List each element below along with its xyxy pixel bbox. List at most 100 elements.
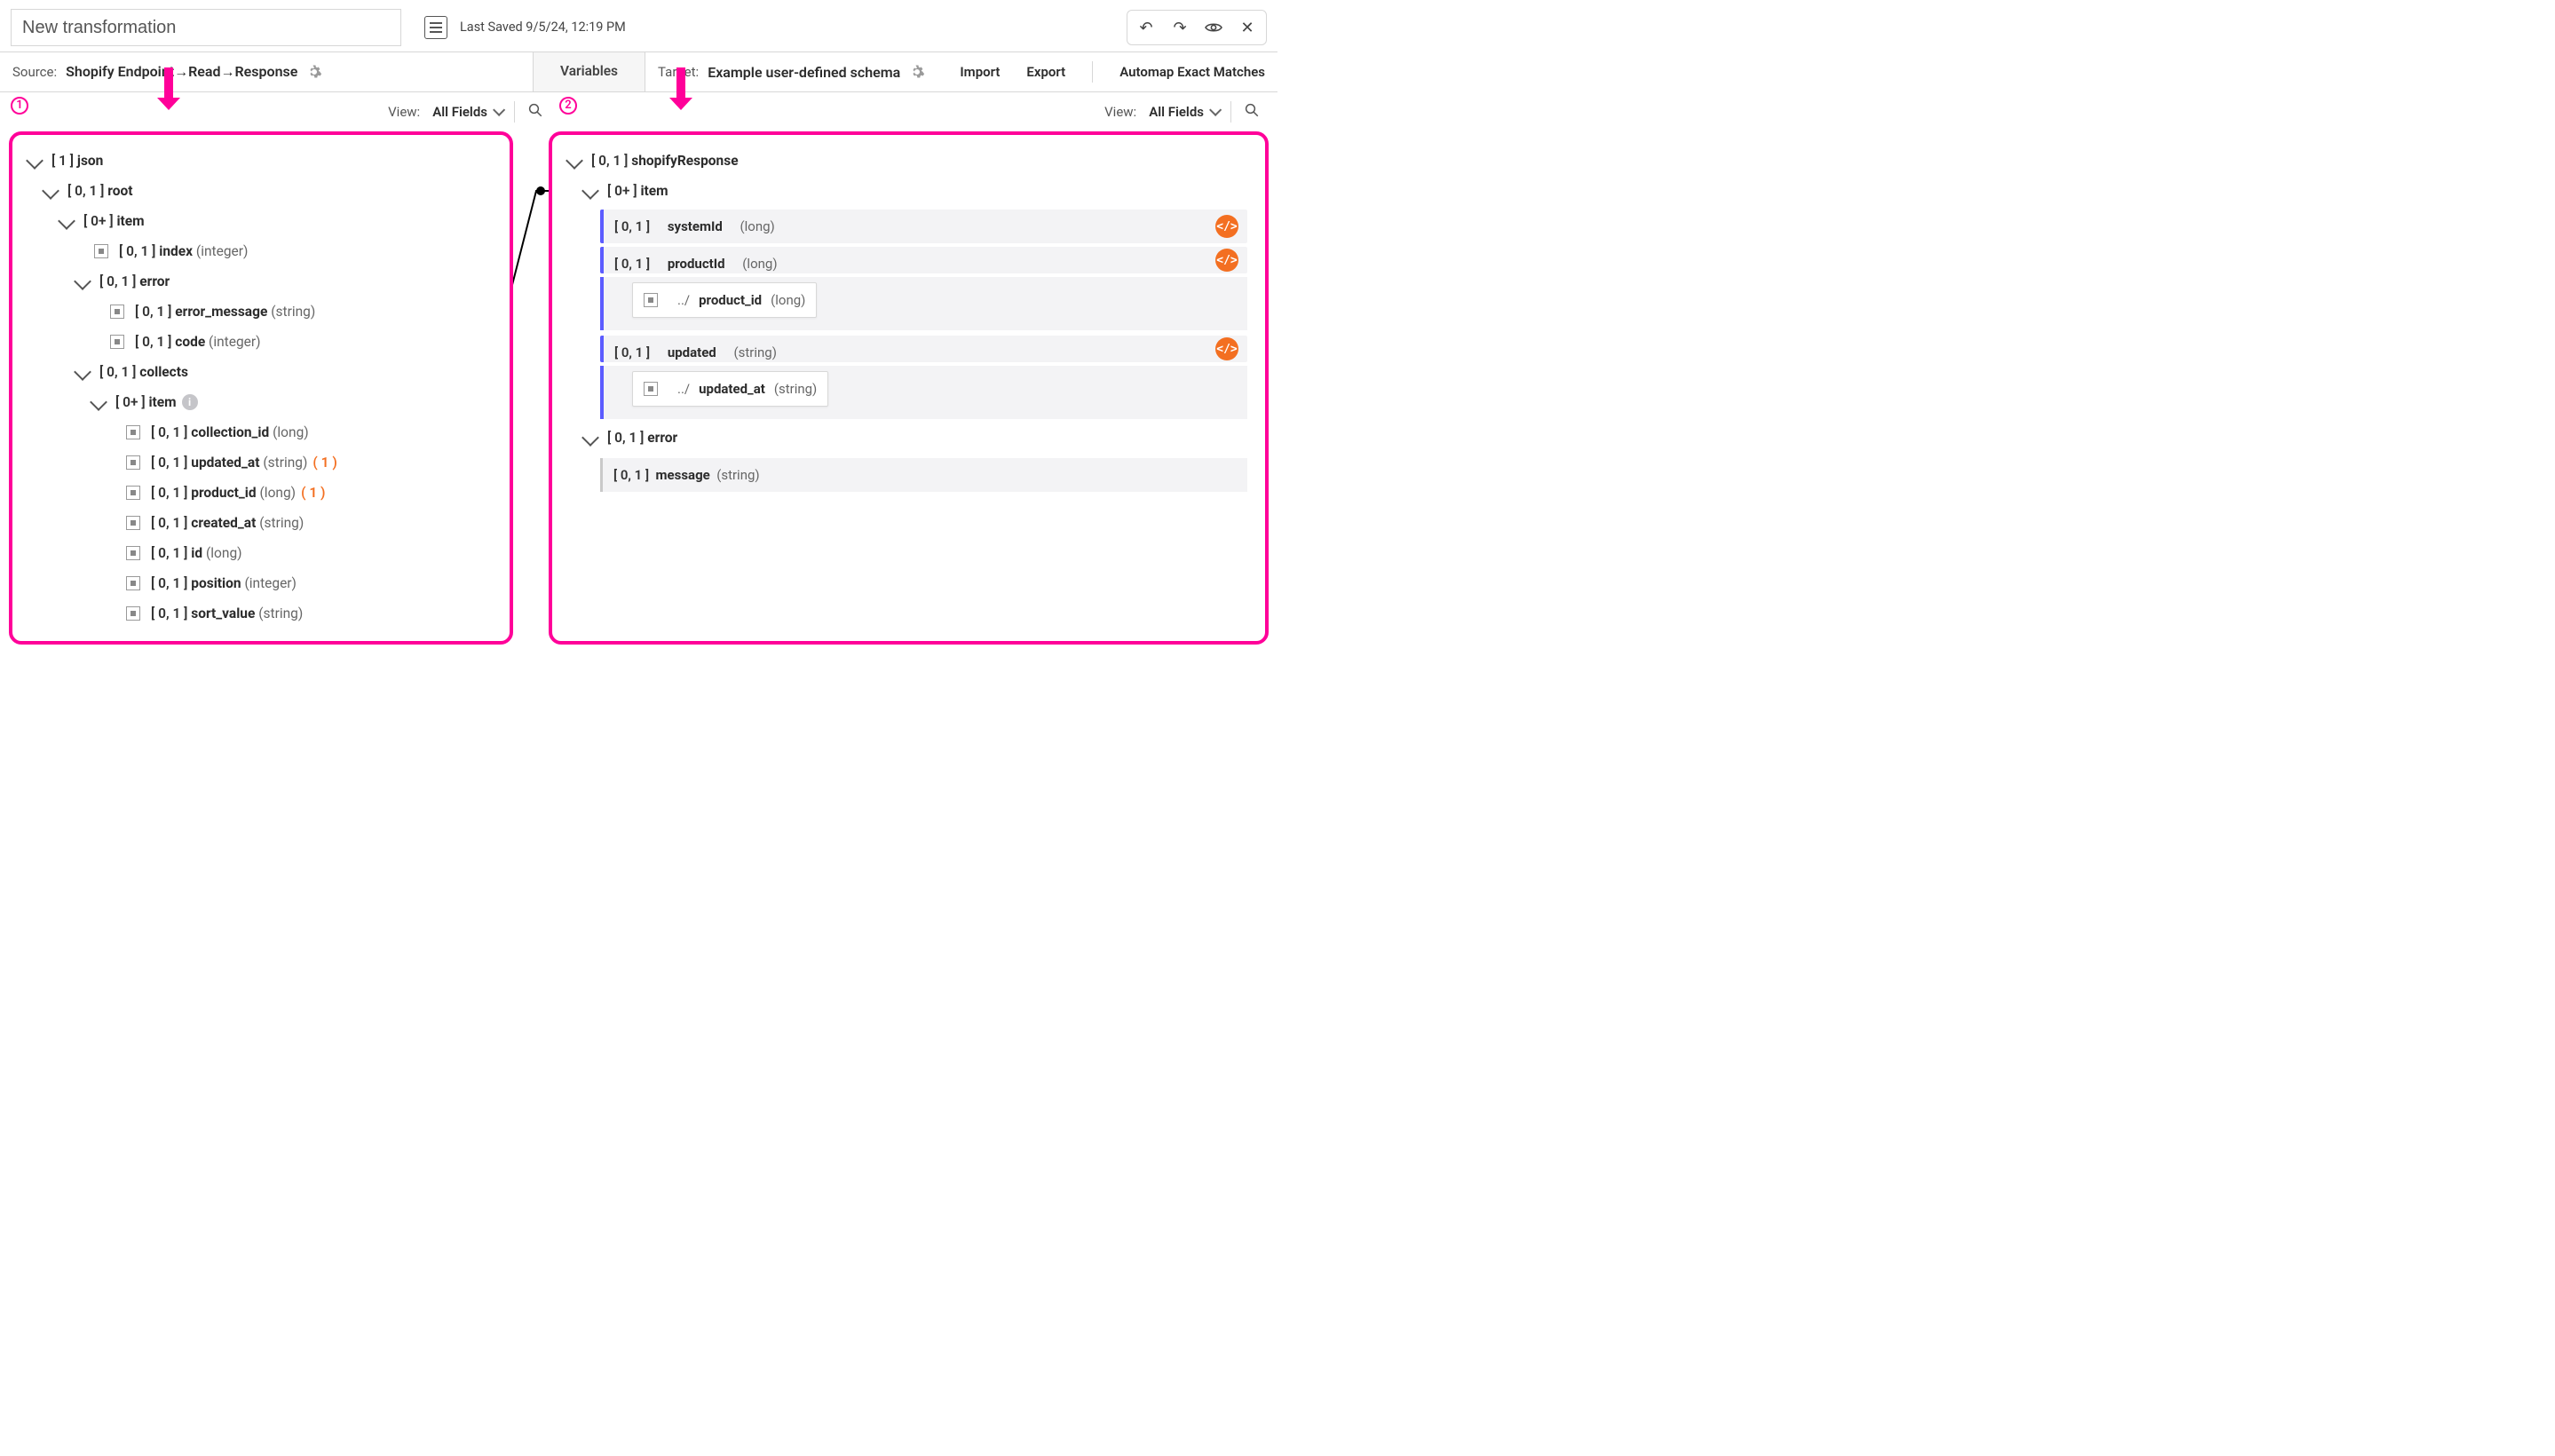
tree-leaf-position[interactable]: [ 0, 1 ] position (integer) [101,568,501,598]
tree-node-shopify-response[interactable]: [ 0, 1 ] shopifyResponse [561,146,1256,176]
cardinality: [ 0, 1 ] [151,424,187,440]
notes-icon[interactable] [424,16,447,39]
tree-node-target-item[interactable]: [ 0+ ] item [577,176,1256,206]
expand-toggle[interactable] [581,429,599,447]
node-name: systemId [668,218,723,234]
tree-leaf-product-id[interactable]: [ 0, 1 ] product_id (long) ( 1 ) [101,478,501,508]
target-schema-panel: [ 0, 1 ] shopifyResponse [ 0+ ] item [ 0… [549,131,1269,645]
expand-toggle[interactable] [74,363,91,381]
node-type: (string) [733,344,776,360]
cardinality: [ 0, 1 ] [151,605,187,621]
node-name: error_message [175,304,267,320]
node-name: productId [668,256,725,272]
source-view-dropdown[interactable]: All Fields [432,104,502,120]
cardinality: [ 0, 1 ] [99,364,136,380]
mapping-name: updated_at [699,381,765,397]
expand-toggle[interactable] [90,393,107,411]
undo-button[interactable]: ↶ [1131,14,1161,41]
mapped-field-productid[interactable]: [ 0, 1 ] productId (long) </> [600,247,1247,273]
redo-button[interactable]: ↷ [1165,14,1195,41]
info-icon[interactable]: i [182,394,198,410]
node-name: collects [139,364,188,380]
transformation-title-input[interactable] [11,9,401,46]
variables-tab[interactable]: Variables [533,52,645,91]
mapping-type: (string) [774,381,817,397]
tree-node-error[interactable]: [ 0, 1 ] error [69,266,501,297]
tree-node-collects[interactable]: [ 0, 1 ] collects [69,357,501,387]
target-settings-icon[interactable] [909,64,925,80]
ref-count: ( 1 ) [312,455,336,471]
leaf-icon [126,486,140,500]
expand-toggle[interactable] [74,273,91,290]
source-label: Source: [12,64,57,80]
preview-button[interactable] [1198,14,1229,41]
tree-leaf-collection-id[interactable]: [ 0, 1 ] collection_id (long) [101,417,501,447]
leaf-icon [110,305,124,319]
source-mapping-chip[interactable]: ../ product_id (long) [632,282,817,318]
mapped-field-updated[interactable]: [ 0, 1 ] updated (string) </> [600,336,1247,362]
expand-toggle[interactable] [566,152,583,170]
script-badge-icon[interactable]: </> [1215,249,1238,272]
node-name: updated [668,344,716,360]
cardinality: [ 0, 1 ] [99,273,136,289]
ref-count: ( 1 ) [301,485,325,501]
editor-toolbar: ↶ ↷ ✕ [1127,10,1267,45]
node-name: product_id [191,485,256,501]
automap-button[interactable]: Automap Exact Matches [1119,64,1265,80]
node-name: updated_at [191,455,259,471]
node-type: (long) [206,545,242,561]
export-button[interactable]: Export [1026,64,1065,80]
cardinality: [ 0, 1 ] [135,334,171,350]
node-type: (long) [742,256,777,272]
cardinality: [ 0+ ] [607,183,637,199]
cardinality: [ 0, 1 ] [614,218,650,234]
import-button[interactable]: Import [960,64,1000,80]
script-badge-icon[interactable]: </> [1215,337,1238,360]
cardinality: [ 0, 1 ] [67,183,104,199]
tree-leaf-sort-value[interactable]: [ 0, 1 ] sort_value (string) [101,598,501,629]
tree-node-target-error[interactable]: [ 0, 1 ] error [577,423,1256,453]
cardinality: [ 0+ ] [83,213,114,229]
source-mapping-chip[interactable]: ../ updated_at (string) [632,371,828,407]
tree-leaf-error-message[interactable]: [ 0, 1 ] error_message (string) [85,297,501,327]
tree-leaf-code[interactable]: [ 0, 1 ] code (integer) [85,327,501,357]
cardinality: [ 0, 1 ] [151,455,187,471]
leaf-icon [126,546,140,560]
tree-leaf-id[interactable]: [ 0, 1 ] id (long) [101,538,501,568]
tree-node-root[interactable]: [ 0, 1 ] root [37,176,501,206]
expand-toggle[interactable] [58,212,75,230]
source-search-icon[interactable] [527,102,543,123]
divider [514,101,515,123]
node-type: (integer) [244,575,297,591]
node-type: (long) [273,424,309,440]
expand-toggle[interactable] [26,152,44,170]
last-saved-text: Last Saved 9/5/24, 12:19 PM [460,20,626,36]
tree-leaf-updated-at[interactable]: [ 0, 1 ] updated_at (string) ( 1 ) [101,447,501,478]
tree-node-collects-item[interactable]: [ 0+ ] item i [85,387,501,417]
node-name: index [159,243,193,259]
tree-node-item[interactable]: [ 0+ ] item [53,206,501,236]
target-view-label: View: [1104,104,1136,120]
dropdown-value: All Fields [1149,104,1204,120]
leaf-icon [94,244,108,258]
close-button[interactable]: ✕ [1232,14,1262,41]
node-name: position [191,575,241,591]
dropdown-value: All Fields [432,104,487,120]
node-name: created_at [191,515,256,531]
target-value: Example user-defined schema [708,64,900,81]
tree-leaf-created-at[interactable]: [ 0, 1 ] created_at (string) [101,508,501,538]
target-view-dropdown[interactable]: All Fields [1149,104,1218,120]
tree-leaf-index[interactable]: [ 0, 1 ] index (integer) [69,236,501,266]
expand-toggle[interactable] [42,182,59,200]
node-name: item [116,213,144,229]
tree-node-json[interactable]: [ 1 ] json [21,146,501,176]
mapped-field-systemid[interactable]: [ 0, 1 ] systemId (long) </> [600,210,1247,243]
source-settings-icon[interactable] [306,64,322,80]
unmapped-field-message[interactable]: [ 0, 1 ] message (string) [600,458,1247,492]
target-search-icon[interactable] [1244,102,1260,123]
node-type: (string) [263,455,307,471]
expand-toggle[interactable] [581,182,599,200]
node-name: json [77,153,103,169]
cardinality: [ 0, 1 ] [151,575,187,591]
script-badge-icon[interactable]: </> [1215,215,1238,238]
